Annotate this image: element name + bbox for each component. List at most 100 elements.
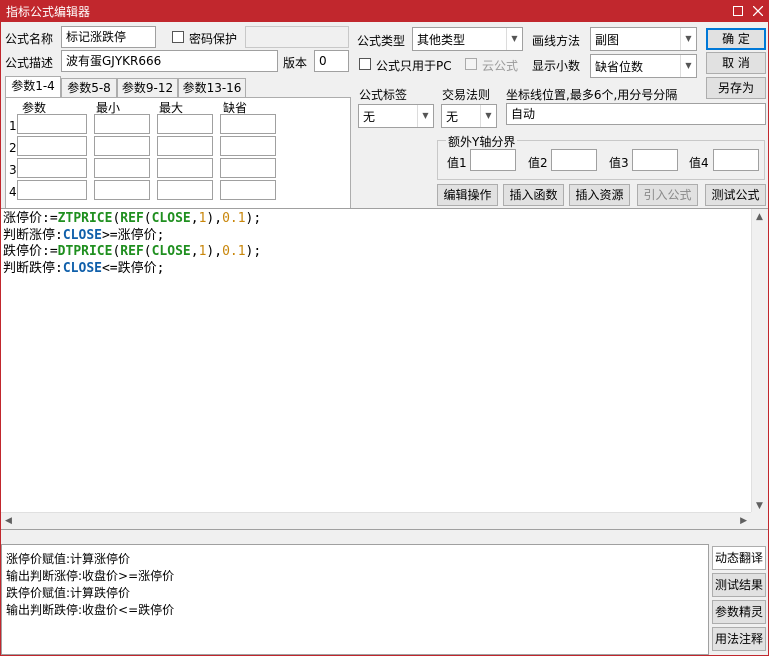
formula-name-input[interactable]: 标记涨跌停	[61, 26, 156, 48]
code-token: :=	[42, 244, 58, 259]
decimals-value: 缺省位数	[595, 60, 644, 74]
insert-function-button[interactable]: 插入函数	[503, 184, 564, 206]
chevron-down-icon: ▼	[680, 55, 696, 77]
formula-desc-input[interactable]: 波有蛋GJYKR666	[61, 50, 278, 72]
tab-params-1-4[interactable]: 参数1-4	[5, 76, 61, 97]
cloud-formula-label: 云公式	[482, 59, 519, 73]
code-token: >=涨停价;	[101, 227, 165, 243]
save-as-button[interactable]: 另存为	[706, 77, 766, 99]
y-value-2-label: 值2	[528, 156, 548, 170]
y-value-1-input[interactable]	[470, 149, 516, 171]
trade-rule-value: 无	[446, 110, 459, 124]
insert-resource-button[interactable]: 插入资源	[569, 184, 630, 206]
translation-panel: 涨停价赋值:计算涨停价 输出判断涨停:收盘价>=涨停价 跌停价赋值:计算跌停价 …	[1, 544, 709, 655]
coord-line-label: 坐标线位置,最多6个,用分号分隔	[506, 88, 678, 102]
y-value-3-input[interactable]	[632, 149, 678, 171]
close-button[interactable]	[747, 1, 769, 21]
code-line[interactable]: 跌停价:=DTPRICE(REF(CLOSE,1),0.1);	[3, 244, 261, 261]
test-results-button[interactable]: 测试结果	[712, 573, 766, 597]
y-value-4-input[interactable]	[713, 149, 759, 171]
code-token: 判断涨停	[3, 227, 56, 243]
code-line[interactable]: 判断涨停:CLOSE>=涨停价;	[3, 228, 261, 245]
chevron-down-icon: ▼	[506, 28, 522, 50]
scroll-left-icon[interactable]: ◀	[5, 516, 12, 526]
tab-params-13-16[interactable]: 参数13-16	[178, 78, 246, 97]
code-token: );	[245, 244, 262, 259]
param-default-input[interactable]	[220, 180, 276, 200]
param-max-input[interactable]	[157, 114, 213, 134]
trade-rule-select[interactable]: 无 ▼	[441, 104, 497, 128]
param-min-input[interactable]	[94, 114, 150, 134]
code-token: (	[143, 244, 152, 259]
test-formula-button[interactable]: 测试公式	[705, 184, 766, 206]
close-icon	[752, 5, 764, 17]
param-min-input[interactable]	[94, 136, 150, 156]
ok-button[interactable]: 确 定	[706, 28, 766, 50]
version-input[interactable]: 0	[314, 50, 349, 72]
param-name-input[interactable]	[17, 136, 87, 156]
param-max-input[interactable]	[157, 158, 213, 178]
title-bar: 指标公式编辑器	[0, 0, 769, 22]
translation-line: 输出判断跌停:收盘价<=跌停价	[6, 603, 175, 617]
extra-y-axis-group: 额外Y轴分界 值1 值2 值3 值4	[437, 133, 765, 180]
decimals-select[interactable]: 缺省位数 ▼	[590, 54, 697, 78]
code-text[interactable]: 涨停价:=ZTPRICE(REF(CLOSE,1),0.1); 判断涨停:CLOS…	[3, 211, 261, 277]
pc-only-checkbox[interactable]	[359, 58, 371, 70]
vertical-scrollbar[interactable]: ▲ ▼	[751, 209, 768, 514]
cloud-formula-checkbox[interactable]	[465, 58, 477, 70]
scroll-right-icon[interactable]: ▶	[740, 516, 747, 526]
formula-tag-select[interactable]: 无 ▼	[358, 104, 434, 128]
param-wizard-button[interactable]: 参数精灵	[712, 600, 766, 624]
draw-method-select[interactable]: 副图 ▼	[590, 27, 697, 51]
edit-operations-button[interactable]: 编辑操作	[437, 184, 498, 206]
code-token: :	[55, 260, 63, 276]
code-token: CLOSE	[151, 211, 191, 226]
import-formula-button[interactable]: 引入公式	[637, 184, 698, 206]
y-value-2-input[interactable]	[551, 149, 597, 171]
code-token: DTPRICE	[57, 244, 113, 259]
translation-line: 涨停价赋值:计算涨停价	[6, 552, 131, 566]
code-token: 0.1	[222, 211, 246, 226]
scroll-up-icon[interactable]: ▲	[756, 212, 763, 222]
param-default-input[interactable]	[220, 136, 276, 156]
code-editor[interactable]: 涨停价:=ZTPRICE(REF(CLOSE,1),0.1); 判断涨停:CLOS…	[1, 208, 768, 530]
decimals-label: 显示小数	[532, 59, 581, 73]
password-checkbox[interactable]	[172, 31, 184, 43]
code-token: CLOSE	[151, 244, 191, 259]
code-line[interactable]: 判断跌停:CLOSE<=跌停价;	[3, 261, 261, 278]
usage-notes-button[interactable]: 用法注释	[712, 627, 766, 651]
code-token: (	[143, 211, 152, 226]
maximize-button[interactable]	[727, 1, 749, 21]
editor-window: 公式名称 标记涨跌停 密码保护 公式类型 其他类型 ▼ 画线方法 副图 ▼ 确 …	[0, 22, 769, 656]
param-max-input[interactable]	[157, 136, 213, 156]
code-line[interactable]: 涨停价:=ZTPRICE(REF(CLOSE,1),0.1);	[3, 211, 261, 228]
param-name-input[interactable]	[17, 158, 87, 178]
param-default-input[interactable]	[220, 158, 276, 178]
coord-line-input[interactable]: 自动	[506, 103, 766, 125]
param-name-input[interactable]	[17, 114, 87, 134]
horizontal-scrollbar[interactable]: ◀ ▶	[1, 512, 751, 529]
dynamic-translation-button[interactable]: 动态翻译	[712, 546, 766, 570]
param-row-number: 2	[9, 141, 17, 155]
chevron-down-icon: ▼	[680, 28, 696, 50]
code-token: CLOSE	[62, 227, 102, 243]
param-default-input[interactable]	[220, 114, 276, 134]
scroll-down-icon[interactable]: ▼	[756, 501, 763, 511]
tab-params-5-8[interactable]: 参数5-8	[61, 78, 117, 97]
scroll-corner	[751, 512, 768, 529]
translation-line: 输出判断涨停:收盘价>=涨停价	[6, 569, 175, 583]
param-max-input[interactable]	[157, 180, 213, 200]
password-input[interactable]	[245, 26, 349, 48]
formula-name-label: 公式名称	[5, 32, 54, 46]
code-token: REF	[120, 244, 144, 259]
param-row-number: 4	[9, 185, 17, 199]
param-min-input[interactable]	[94, 158, 150, 178]
param-min-input[interactable]	[94, 180, 150, 200]
draw-method-label: 画线方法	[532, 34, 581, 48]
y-value-1-label: 值1	[447, 156, 467, 170]
formula-type-select[interactable]: 其他类型 ▼	[412, 27, 523, 51]
param-name-input[interactable]	[17, 180, 87, 200]
cancel-button[interactable]: 取 消	[706, 52, 766, 74]
tab-params-9-12[interactable]: 参数9-12	[117, 78, 178, 97]
param-table: 参数 最小 最大 缺省 1 2 3 4	[5, 97, 351, 221]
